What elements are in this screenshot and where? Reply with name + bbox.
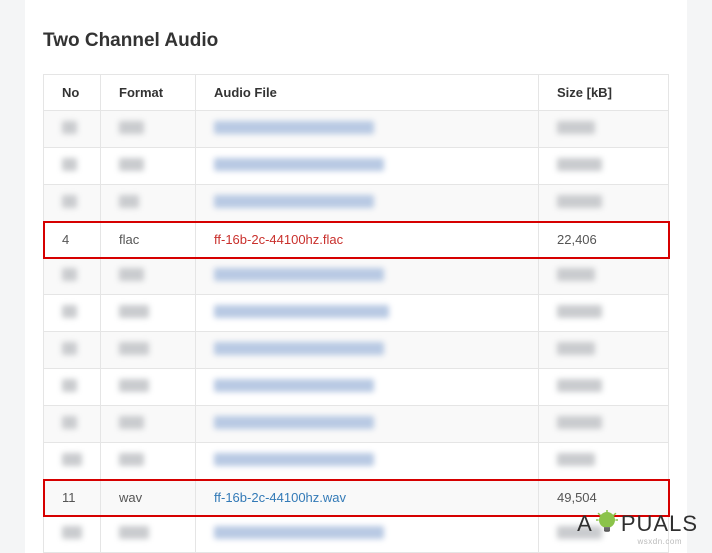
watermark-brand-left: A	[577, 511, 593, 537]
table-row	[44, 148, 669, 185]
cell-blur	[196, 295, 539, 332]
cell-blur	[44, 516, 101, 553]
cell-blur	[101, 295, 196, 332]
file-link-wav[interactable]: ff-16b-2c-44100hz.wav	[214, 490, 346, 505]
cell-no: 4	[44, 222, 101, 258]
cell-blur	[539, 185, 669, 222]
cell-blur	[539, 111, 669, 148]
cell-size: 22,406	[539, 222, 669, 258]
table-row-wav: 11 wav ff-16b-2c-44100hz.wav 49,504	[44, 480, 669, 516]
table-row	[44, 406, 669, 443]
cell-blur	[196, 111, 539, 148]
cell-blur	[101, 258, 196, 295]
cell-blur	[196, 185, 539, 222]
cell-blur	[101, 443, 196, 480]
watermark-domain: wsxdn.com	[637, 537, 682, 546]
cell-blur	[44, 443, 101, 480]
cell-blur	[196, 258, 539, 295]
cell-blur	[101, 332, 196, 369]
header-no: No	[44, 75, 101, 111]
cell-blur	[196, 148, 539, 185]
cell-blur	[539, 295, 669, 332]
table-row	[44, 369, 669, 406]
cell-no: 11	[44, 480, 101, 516]
cell-blur	[101, 148, 196, 185]
cell-blur	[196, 332, 539, 369]
cell-format: flac	[101, 222, 196, 258]
cell-blur	[539, 443, 669, 480]
file-link-flac[interactable]: ff-16b-2c-44100hz.flac	[214, 232, 343, 247]
cell-blur	[44, 369, 101, 406]
header-size: Size [kB]	[539, 75, 669, 111]
cell-blur	[44, 258, 101, 295]
cell-blur	[196, 406, 539, 443]
cell-blur	[539, 332, 669, 369]
cell-blur	[44, 332, 101, 369]
cell-blur	[44, 295, 101, 332]
cell-blur	[101, 111, 196, 148]
cell-format: wav	[101, 480, 196, 516]
cell-blur	[44, 185, 101, 222]
cell-blur	[101, 406, 196, 443]
table-header-row: No Format Audio File Size [kB]	[44, 75, 669, 111]
cell-blur	[44, 111, 101, 148]
cell-blur	[539, 406, 669, 443]
cell-blur	[196, 443, 539, 480]
table-row	[44, 332, 669, 369]
watermark-brand-right: PUALS	[621, 511, 698, 537]
table-row	[44, 111, 669, 148]
cell-blur	[101, 369, 196, 406]
cell-blur	[196, 369, 539, 406]
table-row	[44, 516, 669, 553]
page-title: Two Channel Audio	[43, 30, 669, 52]
table-row-flac: 4 flac ff-16b-2c-44100hz.flac 22,406	[44, 222, 669, 258]
content-page: Two Channel Audio No Format Audio File S…	[25, 0, 687, 553]
lightbulb-icon	[596, 510, 618, 538]
header-format: Format	[101, 75, 196, 111]
cell-blur	[101, 516, 196, 553]
table-row	[44, 295, 669, 332]
cell-file: ff-16b-2c-44100hz.wav	[196, 480, 539, 516]
cell-blur	[539, 369, 669, 406]
header-file: Audio File	[196, 75, 539, 111]
cell-file: ff-16b-2c-44100hz.flac	[196, 222, 539, 258]
table-row	[44, 185, 669, 222]
table-row	[44, 258, 669, 295]
cell-blur	[539, 148, 669, 185]
audio-table: No Format Audio File Size [kB]	[43, 74, 669, 553]
cell-blur	[44, 406, 101, 443]
watermark-logo: A PUALS	[577, 510, 698, 538]
cell-blur	[44, 148, 101, 185]
cell-blur	[101, 185, 196, 222]
cell-blur	[196, 516, 539, 553]
cell-blur	[539, 258, 669, 295]
table-row	[44, 443, 669, 480]
